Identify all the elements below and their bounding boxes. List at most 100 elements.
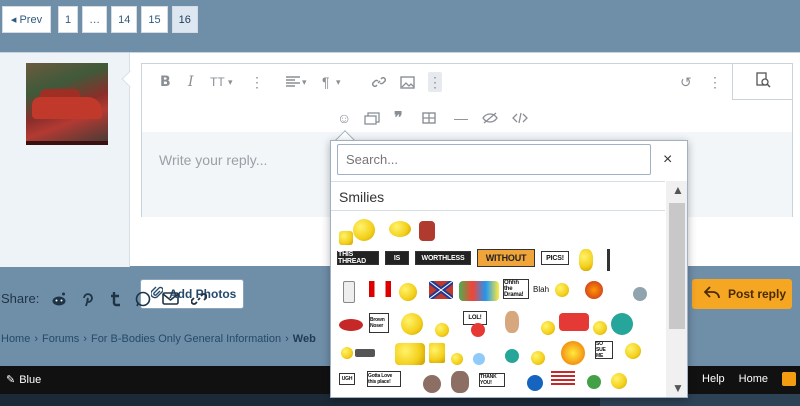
smilie-angry[interactable]: [471, 323, 485, 337]
table-icon[interactable]: [422, 108, 436, 128]
breadcrumb-forums[interactable]: Forums: [42, 333, 79, 345]
preview-toggle-button[interactable]: [732, 64, 792, 100]
smilie-devil[interactable]: [339, 319, 363, 331]
smilie-shy[interactable]: [341, 347, 353, 359]
email-icon[interactable]: [162, 290, 180, 307]
smilie-sleepy[interactable]: [633, 287, 647, 301]
sign-drama[interactable]: Ohhh the Drama!: [503, 279, 529, 299]
media-icon[interactable]: [364, 108, 380, 128]
sign-ugh[interactable]: UGH: [339, 373, 355, 385]
breadcrumb-current[interactable]: Web: [293, 333, 316, 345]
pinterest-icon[interactable]: [78, 290, 95, 307]
style-chooser[interactable]: ✎ Blue: [6, 373, 41, 387]
horizontal-rule-icon[interactable]: —: [454, 108, 468, 128]
smilie-party[interactable]: [559, 313, 589, 331]
blah-text[interactable]: Blah: [533, 285, 549, 294]
smilie-blah[interactable]: [555, 283, 569, 297]
smilies-icon[interactable]: ☺: [337, 108, 351, 128]
spoiler-icon[interactable]: [482, 108, 498, 128]
undo-icon[interactable]: ↺: [680, 72, 692, 92]
sign-thank-you[interactable]: THANK YOU!: [479, 373, 505, 387]
smilie-stick[interactable]: [607, 249, 610, 271]
smilie-sheriff[interactable]: [423, 375, 441, 393]
breadcrumb-home[interactable]: Home: [1, 333, 30, 345]
confederate-flag-icon[interactable]: [427, 279, 455, 301]
code-icon[interactable]: [512, 108, 528, 128]
sign-without[interactable]: WITHOUT: [477, 249, 535, 267]
smilie-green[interactable]: [587, 375, 601, 389]
page-link-1[interactable]: 1: [58, 6, 79, 33]
page-link-16-current[interactable]: 16: [171, 6, 198, 33]
prev-page-button[interactable]: ◂ Prev: [2, 6, 51, 33]
smilie-guitar[interactable]: [585, 281, 603, 299]
smilie-wink[interactable]: [531, 351, 545, 365]
smilie-bounce[interactable]: [395, 343, 425, 365]
footer-link-home[interactable]: Home: [739, 373, 768, 385]
smilie-happy[interactable]: [593, 321, 607, 335]
smilie-cool[interactable]: [473, 353, 485, 365]
breadcrumb-category[interactable]: For B-Bodies Only General Information: [91, 333, 281, 345]
post-reply-button[interactable]: Post reply: [692, 279, 792, 309]
smilie-stickman[interactable]: [343, 281, 355, 303]
smilie-sun[interactable]: [401, 313, 423, 335]
more-options-icon[interactable]: ⋮: [250, 72, 264, 92]
more-insert-icon[interactable]: ⋮: [428, 72, 442, 92]
smilie-burst[interactable]: [561, 341, 585, 365]
smilies-search-input[interactable]: [337, 144, 651, 175]
star-icon[interactable]: [527, 375, 543, 391]
reddit-icon[interactable]: [50, 290, 67, 307]
usa-flag-icon[interactable]: [551, 371, 575, 387]
smilie-beaver[interactable]: [451, 371, 469, 393]
paragraph-button[interactable]: ¶: [322, 72, 330, 92]
smilie-laugh[interactable]: [625, 343, 641, 359]
align-icon[interactable]: [286, 72, 300, 92]
smilie-door[interactable]: [419, 221, 435, 241]
smilie-balloons[interactable]: [459, 281, 499, 301]
sign-pics[interactable]: PICS!: [541, 251, 569, 265]
smilie-sick[interactable]: [505, 349, 519, 363]
smilie-banana[interactable]: [579, 249, 593, 271]
page-link-15[interactable]: 15: [141, 6, 168, 33]
smilie-gun[interactable]: [355, 349, 375, 357]
page-ellipsis[interactable]: …: [82, 6, 108, 33]
smilie-rasta[interactable]: [399, 283, 417, 301]
link-icon[interactable]: [190, 290, 207, 307]
page-link-14[interactable]: 14: [111, 6, 138, 33]
sign-is[interactable]: IS: [385, 251, 409, 265]
canada-flag-icon[interactable]: [369, 281, 391, 297]
text-size-button[interactable]: TT: [210, 72, 225, 92]
sign-so-sue-me[interactable]: SO SUE ME: [595, 341, 613, 359]
sign-gotta-love[interactable]: Gotta Love this place!: [367, 371, 401, 387]
scroll-down-icon[interactable]: ▼: [672, 381, 684, 395]
more-icon[interactable]: ⋮: [708, 72, 722, 92]
link-icon[interactable]: [372, 72, 386, 92]
image-icon[interactable]: [400, 72, 415, 92]
smilie-nose[interactable]: [505, 311, 519, 333]
smilie-small[interactable]: [435, 323, 449, 337]
smilie-spin[interactable]: [611, 373, 627, 389]
italic-button[interactable]: I: [188, 72, 194, 92]
paragraph-dropdown-icon[interactable]: ▾: [336, 72, 341, 92]
smilie-thumbsup[interactable]: [353, 219, 375, 241]
smilie-thumb[interactable]: [339, 231, 353, 245]
chevron-down-icon[interactable]: ▾: [228, 72, 233, 92]
avatar[interactable]: [26, 63, 108, 145]
sign-worthless[interactable]: WORTHLESS: [415, 251, 471, 265]
close-icon[interactable]: ×: [663, 151, 672, 169]
scroll-up-icon[interactable]: ▲: [672, 183, 684, 197]
quote-icon[interactable]: ❞: [394, 108, 403, 128]
smilie-wave[interactable]: [389, 221, 411, 237]
smilies-scrollbar[interactable]: ▲ ▼: [666, 181, 687, 397]
bold-button[interactable]: B: [160, 72, 171, 92]
footer-link-help[interactable]: Help: [702, 373, 725, 385]
tumblr-icon[interactable]: [106, 290, 123, 307]
smilie-popcorn[interactable]: [429, 343, 445, 363]
smilie-cheer[interactable]: [541, 321, 555, 335]
whatsapp-icon[interactable]: [134, 290, 151, 307]
align-dropdown-icon[interactable]: ▾: [302, 72, 307, 92]
smilie-group[interactable]: [611, 313, 633, 335]
sign-this-thread[interactable]: THIS THREAD: [337, 251, 379, 265]
scroll-thumb[interactable]: [669, 203, 685, 329]
smilie-grin[interactable]: [451, 353, 463, 365]
rss-icon[interactable]: [782, 372, 796, 386]
